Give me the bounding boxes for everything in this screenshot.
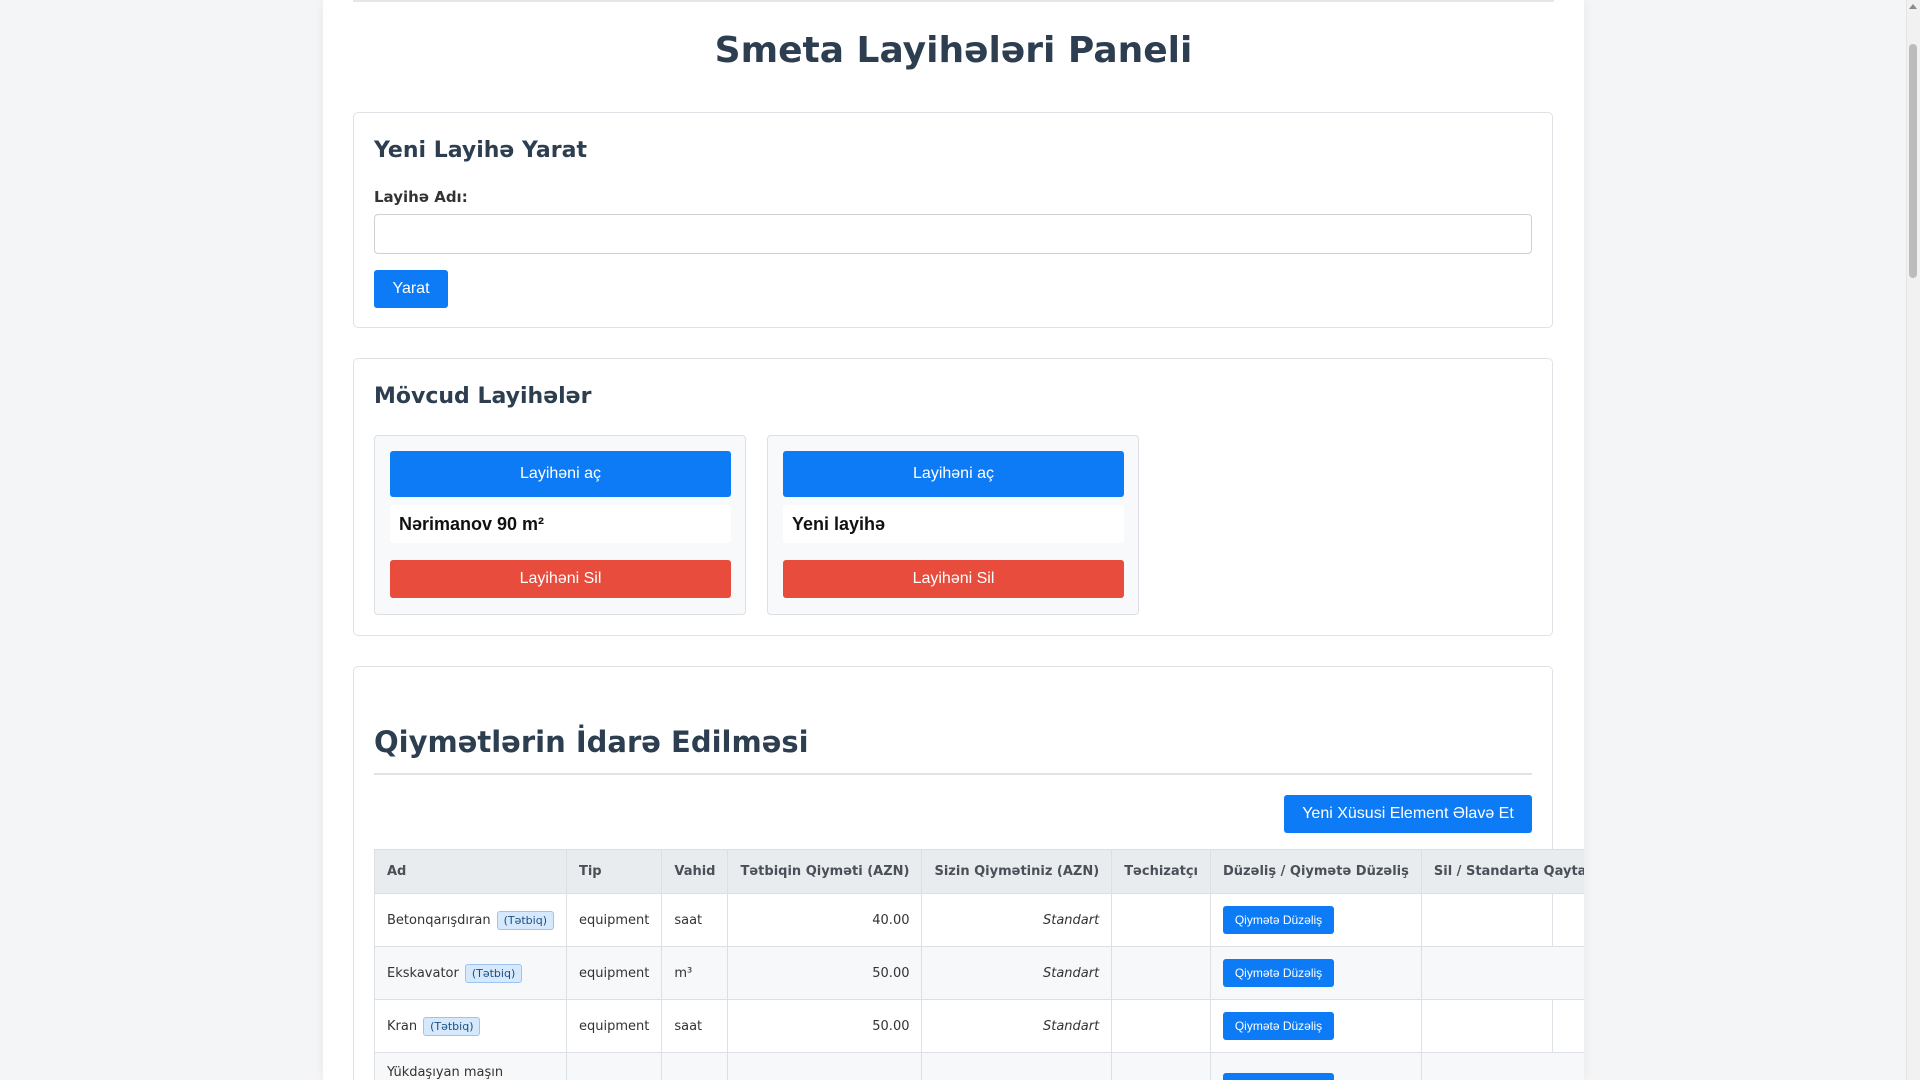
delete-project-button[interactable]: Layihəni Sil	[390, 560, 731, 598]
column-header-edit: Düzəliş / Qiymətə Düzəliş	[1210, 849, 1422, 894]
column-header-name: Ad	[374, 849, 567, 894]
project-card: Layihəni aç Nərimanov 90 m² Layihəni Sil	[374, 435, 746, 615]
add-custom-element-button[interactable]: Yeni Xüsusi Element Əlavə Et	[1284, 795, 1532, 833]
cell-name: Betonqarışdıran (Tətbiq)	[374, 893, 567, 947]
cell-your-price	[921, 1052, 1113, 1080]
project-name: Yeni layihə	[783, 505, 1124, 543]
price-edit-button[interactable]: Qiymətə Düzəliş	[1223, 906, 1335, 934]
cell-name: Yükdaşıyan maşın	[374, 1052, 567, 1080]
scroll-up-arrow-icon[interactable]	[1909, 4, 1917, 9]
project-name-input[interactable]	[374, 214, 1532, 254]
cell-supplier	[1111, 999, 1212, 1053]
cell-edit	[1210, 1052, 1422, 1080]
open-project-button[interactable]: Layihəni aç	[390, 451, 731, 497]
table-header-row: Ad Tip Vahid Tətbiqin Qiyməti (AZN) Sizi…	[374, 849, 1584, 894]
cell-type	[565, 1052, 663, 1080]
cell-edit: Qiymətə Düzəliş	[1210, 946, 1422, 1000]
item-name: Yükdaşıyan maşın	[387, 1065, 504, 1080]
cell-unit	[661, 1052, 729, 1080]
cell-type: equipment	[565, 999, 663, 1053]
project-card: Layihəni aç Yeni layihə Layihəni Sil	[767, 435, 1139, 615]
cell-name: Kran (Tətbiq)	[374, 999, 567, 1053]
app-badge: (Tətbiq)	[423, 1016, 481, 1036]
cell-your-price: Standart	[921, 946, 1113, 1000]
price-edit-button[interactable]: Qiymətə Düzəliş	[1223, 959, 1335, 987]
cell-edit: Qiymətə Düzəliş	[1210, 893, 1422, 947]
cell-unit: m³	[661, 946, 729, 1000]
column-header-unit: Vahid	[661, 849, 729, 894]
delete-project-button[interactable]: Layihəni Sil	[783, 560, 1124, 598]
column-header-app-price: Tətbiqin Qiyməti (AZN)	[727, 849, 923, 894]
prices-table: Ad Tip Vahid Tətbiqin Qiyməti (AZN) Sizi…	[374, 849, 1584, 1080]
cell-type: equipment	[565, 893, 663, 947]
cell-supplier	[1111, 946, 1212, 1000]
price-management-card: Qiymətlərin İdarə Edilməsi Yeni Xüsusi E…	[353, 666, 1584, 1080]
table-row: Kran (Tətbiq) equipment saat 50.00 Standa…	[374, 999, 1584, 1053]
cell-supplier	[1111, 893, 1212, 947]
cell-name: Ekskavator (Tətbiq)	[374, 946, 567, 1000]
cell-delete	[1420, 1052, 1584, 1080]
create-project-heading: Yeni Layihə Yarat	[374, 138, 587, 163]
column-header-supplier: Təchizatçı	[1111, 849, 1212, 894]
app-badge: (Tətbiq)	[496, 910, 554, 930]
heading-divider	[374, 773, 1532, 775]
create-button[interactable]: Yarat	[374, 270, 448, 308]
cell-delete	[1420, 893, 1584, 947]
page-title: Smeta Layihələri Paneli	[714, 30, 1193, 71]
existing-projects-heading: Mövcud Layihələr	[374, 384, 592, 409]
scrollbar-thumb[interactable]	[1909, 44, 1917, 278]
table-row: Ekskavator (Tətbiq) equipment m³ 50.00 St…	[374, 946, 1584, 1000]
cell-app-price	[727, 1052, 923, 1080]
price-edit-button[interactable]	[1223, 1073, 1335, 1080]
price-edit-button[interactable]: Qiymətə Düzəliş	[1223, 1012, 1335, 1040]
top-divider	[353, 0, 1554, 2]
column-header-delete: Sil / Standarta Qaytar	[1420, 849, 1584, 894]
cell-your-price: Standart	[921, 999, 1113, 1053]
project-name: Nərimanov 90 m²	[390, 505, 731, 543]
cell-type: equipment	[565, 946, 663, 1000]
main-page: Smeta Layihələri Paneli Yeni Layihə Yara…	[323, 0, 1584, 1080]
cell-unit: saat	[661, 999, 729, 1053]
table-row: Betonqarışdıran (Tətbiq) equipment saat 4…	[374, 893, 1584, 947]
column-header-type: Tip	[565, 849, 663, 894]
item-name: Kran	[387, 1018, 418, 1034]
cell-app-price: 50.00	[727, 946, 923, 1000]
cell-supplier	[1111, 1052, 1212, 1080]
item-name: Ekskavator	[387, 965, 459, 981]
project-name-label: Layihə Adı:	[374, 188, 468, 206]
item-name: Betonqarışdıran	[387, 912, 491, 928]
cell-unit: saat	[661, 893, 729, 947]
column-header-your-price: Sizin Qiymətiniz (AZN)	[921, 849, 1113, 894]
cell-edit: Qiymətə Düzəliş	[1210, 999, 1422, 1053]
price-management-heading: Qiymətlərin İdarə Edilməsi	[374, 725, 809, 759]
existing-projects-card: Mövcud Layihələr Layihəni aç Nərimanov 9…	[353, 358, 1553, 636]
create-project-card: Yeni Layihə Yarat Layihə Adı: Yarat	[353, 112, 1553, 328]
table-row: Yükdaşıyan maşın	[374, 1052, 1584, 1080]
app-badge: (Tətbiq)	[464, 963, 523, 983]
open-project-button[interactable]: Layihəni aç	[783, 451, 1124, 497]
cell-app-price: 40.00	[727, 893, 923, 947]
cell-delete	[1420, 946, 1584, 1000]
page-scrollbar[interactable]	[1906, 0, 1920, 1080]
cell-app-price: 50.00	[727, 999, 923, 1053]
cell-your-price: Standart	[921, 893, 1113, 947]
cell-delete	[1420, 999, 1584, 1053]
